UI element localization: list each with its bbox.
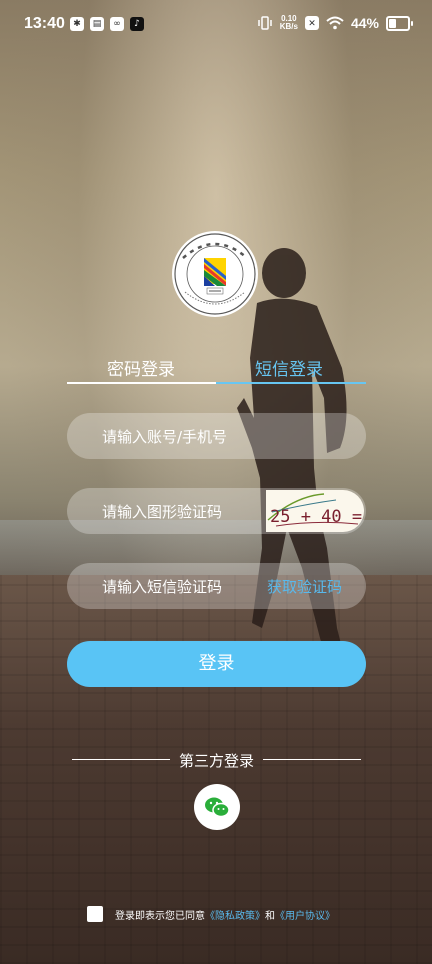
third-party-login-label: 第三方登录	[178, 752, 254, 770]
weather-icon: ✱	[70, 17, 84, 31]
login-button[interactable]: 登录	[67, 641, 366, 687]
sms-code-placeholder: 请输入短信验证码	[102, 578, 223, 596]
agreement-prefix: 登录即表示您已同意	[115, 910, 205, 922]
vibrate-icon	[257, 16, 272, 30]
divider-right	[263, 759, 361, 760]
login-tabs: 密码登录 短信登录	[67, 355, 366, 385]
captcha-noise-lines: 25 + 40 =	[267, 493, 362, 527]
user-agreement-link[interactable]: 《用户协议》	[275, 911, 335, 922]
sim-off-icon: ✕	[304, 16, 319, 30]
speed-unit: KB/s	[279, 22, 298, 31]
account-placeholder: 请输入账号/手机号	[102, 428, 228, 446]
captcha-image[interactable]: 25 + 40 =	[266, 490, 364, 532]
battery-fill	[389, 18, 396, 28]
wifi-icon	[326, 16, 344, 30]
tab-underline-inactive	[67, 382, 216, 384]
status-bar: 13:40 ✱ ▤ ∞ ♪ 0.10 KB/s ✕ 44%	[0, 0, 432, 52]
battery-icon	[386, 15, 413, 31]
tab-password-login[interactable]: 密码登录	[107, 355, 175, 380]
captcha-input[interactable]: 请输入图形验证码 25 + 40 =	[67, 488, 366, 534]
calendar-icon: ▤	[90, 17, 104, 31]
data-speed: 0.10 KB/s	[280, 15, 298, 31]
tab-sms-login[interactable]: 短信登录	[255, 355, 323, 380]
tiktok-icon: ♪	[130, 17, 144, 31]
captcha-placeholder: 请输入图形验证码	[102, 503, 223, 521]
wechat-icon	[205, 797, 230, 818]
battery-percent: 44%	[350, 15, 379, 31]
agreement-row: 登录即表示您已同意《隐私政策》和《用户协议》	[87, 906, 335, 922]
agreement-conjunction: 和	[265, 910, 275, 922]
link-icon: ∞	[110, 17, 124, 31]
privacy-policy-link[interactable]: 《隐私政策》	[205, 911, 265, 922]
account-input[interactable]: 请输入账号/手机号	[67, 413, 366, 459]
third-party-login-divider: 第三方登录	[72, 750, 361, 770]
sms-code-input[interactable]: 请输入短信验证码 获取验证码	[67, 563, 366, 609]
get-code-button[interactable]: 获取验证码	[267, 576, 342, 597]
agreement-checkbox[interactable]	[87, 906, 103, 922]
university-seal-logo	[172, 231, 258, 317]
agreement-text: 登录即表示您已同意《隐私政策》和《用户协议》	[115, 907, 335, 922]
status-time: 13:40	[24, 15, 65, 32]
tab-underline-active	[216, 382, 366, 384]
captcha-text: 25 + 40 =	[270, 507, 362, 527]
wechat-login-button[interactable]	[194, 784, 240, 830]
